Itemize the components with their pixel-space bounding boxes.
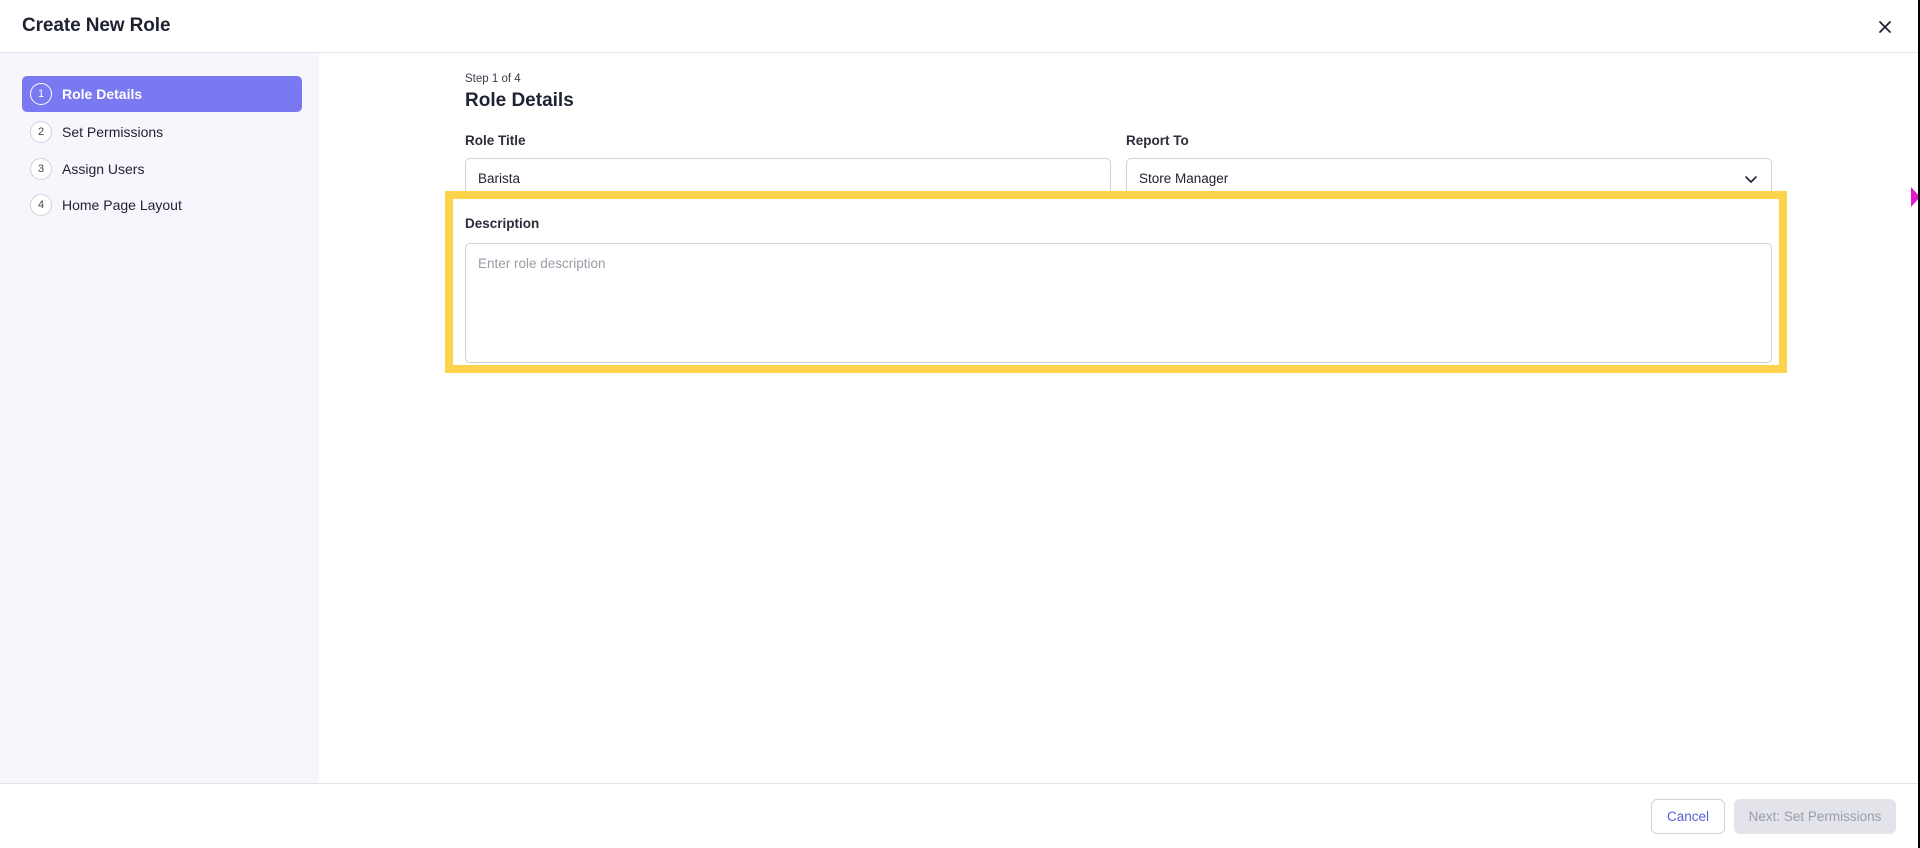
step-home-page-layout[interactable]: 4 Home Page Layout xyxy=(22,187,302,223)
report-to-value: Store Manager xyxy=(1139,170,1229,186)
role-title-input[interactable] xyxy=(465,158,1111,198)
create-role-modal: Create New Role 1 Role Details 2 Set Per… xyxy=(0,0,1920,848)
close-button[interactable] xyxy=(1872,14,1898,40)
step-label: Role Details xyxy=(62,86,143,102)
report-to-select[interactable]: Store Manager xyxy=(1126,158,1772,198)
step-label: Home Page Layout xyxy=(62,197,182,213)
next-button[interactable]: Next: Set Permissions xyxy=(1734,799,1896,834)
modal-title: Create New Role xyxy=(22,15,171,36)
step-number: 4 xyxy=(30,194,52,216)
step-number: 2 xyxy=(30,121,52,143)
step-counter: Step 1 of 4 xyxy=(465,73,521,85)
report-to-label: Report To xyxy=(1126,133,1189,148)
modal-header: Create New Role xyxy=(0,0,1918,53)
step-label: Set Permissions xyxy=(62,124,164,140)
step-set-permissions[interactable]: 2 Set Permissions xyxy=(22,114,302,150)
steps-sidebar: 1 Role Details 2 Set Permissions 3 Assig… xyxy=(0,53,319,783)
chevron-down-icon xyxy=(1745,176,1757,183)
close-icon xyxy=(1879,21,1891,33)
section-title: Role Details xyxy=(465,90,574,111)
modal-footer xyxy=(0,783,1918,848)
step-role-details[interactable]: 1 Role Details xyxy=(22,76,302,112)
step-label: Assign Users xyxy=(62,161,145,177)
role-title-label: Role Title xyxy=(465,133,526,148)
step-number: 3 xyxy=(30,158,52,180)
description-textarea[interactable] xyxy=(465,243,1772,363)
description-label: Description xyxy=(465,216,540,231)
step-number: 1 xyxy=(30,83,52,105)
step-assign-users[interactable]: 3 Assign Users xyxy=(22,151,302,187)
cancel-button[interactable]: Cancel xyxy=(1651,799,1725,834)
